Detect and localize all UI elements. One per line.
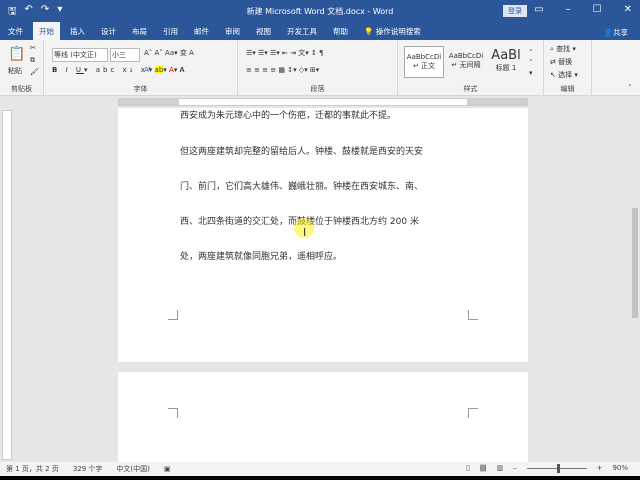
collapse-ribbon-icon[interactable]: ˄ <box>628 84 632 92</box>
ribbon: 📋 粘贴 ✂ ⧉ 🖌 剪贴板 等线 (中文正) 小三 A˄ A˅ Aa▾ 变 A… <box>0 40 640 96</box>
tab-mailings[interactable]: 邮件 <box>194 26 209 37</box>
text-line[interactable]: 但这两座建筑却完整的留给后人。钟楼、鼓楼就是西安的天安 <box>180 144 423 157</box>
editing-label: 编辑 <box>560 85 575 93</box>
share-label: 共享 <box>613 28 628 37</box>
tell-me-search[interactable]: 💡 操作说明搜索 <box>364 26 421 37</box>
cut-icon[interactable]: ✂ <box>30 44 36 52</box>
text-line[interactable]: 处，两座建筑就像同胞兄弟，遥相呼应。 <box>180 249 342 262</box>
page-count[interactable]: 第 1 页，共 2 页 <box>6 464 59 474</box>
clipboard-label: 剪贴板 <box>11 85 32 93</box>
styles-scroll[interactable]: ˄ ˅ ▾ <box>529 48 533 78</box>
status-bar: 第 1 页，共 2 页 329 个字 中文(中国) ▣ ▯ ▤ ▥ – + 90… <box>0 462 640 476</box>
clipboard-group: 📋 粘贴 ✂ ⧉ 🖌 剪贴板 <box>0 40 44 96</box>
page-1[interactable]: 西安成为朱元璋心中的一个伤疤，迁都的事就此不提。 但这两座建筑却完整的留给后人。… <box>118 108 528 362</box>
tab-view[interactable]: 视图 <box>256 26 271 37</box>
web-layout-icon[interactable]: ▥ <box>496 464 503 472</box>
font-size-select[interactable]: 小三 <box>110 48 140 62</box>
paragraph-group: ☰▾ ☰▾ ☰▾ ⇤ ⇥ 文▾ ↕ ¶ ≡ ≡ ≡ ≡ ▦ ↕▾ ◇▾ ⊞▾ 段… <box>238 40 398 96</box>
vertical-scrollbar[interactable] <box>630 108 640 462</box>
zoom-in-icon[interactable]: + <box>597 464 603 472</box>
title-bar: 🖫 ↶ ↷ ▾ 新建 Microsoft Word 文档.docx - Word… <box>0 0 640 22</box>
print-layout-icon[interactable]: ▤ <box>479 464 487 472</box>
editing-group: ⌕ 查找 ▾ ⇄ 替换 ↖ 选择 ▾ 编辑 <box>544 40 592 96</box>
ribbon-tabs: 文件 开始 插入 设计 布局 引用 邮件 审阅 视图 开发工具 帮助 💡 操作说… <box>0 21 640 41</box>
style-no-spacing[interactable]: AaBbCcDi ↵ 无间隔 <box>446 46 486 78</box>
text-line[interactable]: 西安成为朱元璋心中的一个伤疤，迁都的事就此不提。 <box>180 108 396 121</box>
paste-icon[interactable]: 📋 <box>8 46 25 62</box>
horizontal-ruler[interactable] <box>0 96 640 108</box>
language[interactable]: 中文(中国) <box>116 464 149 474</box>
find-button[interactable]: ⌕ 查找 ▾ <box>550 44 576 54</box>
tell-me-label: 操作说明搜索 <box>375 26 421 36</box>
zoom-slider[interactable] <box>526 463 587 473</box>
login-button[interactable]: 登录 <box>503 5 527 17</box>
paragraph-label: 段落 <box>310 85 325 93</box>
color-buttons[interactable]: A▾ ab▾ A▾ 𝐀 <box>144 66 184 75</box>
share-button[interactable]: 👤共享 <box>604 27 628 38</box>
tab-review[interactable]: 审阅 <box>225 26 240 37</box>
tab-developer[interactable]: 开发工具 <box>287 26 317 37</box>
format-buttons[interactable]: B I U▾ abc x₂ x² <box>52 66 154 74</box>
tab-insert[interactable]: 插入 <box>70 26 85 37</box>
style-name: 标题 1 <box>495 64 517 72</box>
margin-corner <box>468 310 478 320</box>
select-label: 选择 <box>558 71 573 79</box>
page-2[interactable] <box>118 372 528 462</box>
tab-layout[interactable]: 布局 <box>132 26 147 37</box>
maximize-icon[interactable]: ☐ <box>593 4 602 15</box>
style-heading-1[interactable]: AaBl 标题 1 <box>486 46 526 78</box>
tab-help[interactable]: 帮助 <box>333 26 348 37</box>
margin-corner <box>168 408 178 418</box>
text-cursor-icon: I <box>303 226 307 239</box>
text-line[interactable]: 门、前门，它们高大雄伟、巍峨壮丽。钟楼在西安城东、南、 <box>180 179 423 192</box>
tab-references[interactable]: 引用 <box>163 26 178 37</box>
style-sample: AaBbCcDi <box>448 52 484 60</box>
font-size-buttons[interactable]: A˄ A˅ Aa▾ 变 A <box>144 48 194 58</box>
replace-button[interactable]: ⇄ 替换 <box>550 57 572 67</box>
styles-group: AaBbCcDi ↵ 正文 AaBbCcDi ↵ 无间隔 AaBl 标题 1 ˄ ˅ ▾ … <box>398 40 544 96</box>
tab-file[interactable]: 文件 <box>8 26 23 37</box>
read-mode-icon[interactable]: ▯ <box>466 464 470 472</box>
copy-icon[interactable]: ⧉ <box>30 56 35 65</box>
select-button[interactable]: ↖ 选择 ▾ <box>550 70 578 80</box>
styles-label: 样式 <box>463 85 478 93</box>
margin-corner <box>468 408 478 418</box>
find-label: 查找 <box>556 45 571 53</box>
tab-design[interactable]: 设计 <box>101 26 116 37</box>
replace-label: 替换 <box>558 58 573 66</box>
ribbon-display-icon[interactable]: ▭ <box>534 4 543 15</box>
vertical-ruler[interactable] <box>2 110 12 460</box>
font-name-select[interactable]: 等线 (中文正) <box>52 48 108 62</box>
align-buttons[interactable]: ≡ ≡ ≡ ≡ ▦ ↕▾ ◇▾ ⊞▾ <box>246 66 319 74</box>
format-painter-icon[interactable]: 🖌 <box>30 68 39 76</box>
style-name: ↵ 正文 <box>412 62 436 70</box>
font-group: 等线 (中文正) 小三 A˄ A˅ Aa▾ 变 A B I U▾ abc x₂ … <box>44 40 238 96</box>
margin-corner <box>168 310 178 320</box>
style-sample: AaBbCcDi <box>406 53 442 61</box>
document-area[interactable]: 西安成为朱元璋心中的一个伤疤，迁都的事就此不提。 但这两座建筑却完整的留给后人。… <box>0 108 630 462</box>
paste-button[interactable]: 粘贴 <box>8 66 22 76</box>
font-label: 字体 <box>133 85 148 93</box>
style-normal[interactable]: AaBbCcDi ↵ 正文 <box>404 46 444 78</box>
tab-home[interactable]: 开始 <box>33 21 60 41</box>
word-count[interactable]: 329 个字 <box>73 464 103 474</box>
macro-icon[interactable]: ▣ <box>164 465 171 473</box>
zoom-level[interactable]: 90% <box>612 464 628 472</box>
list-buttons[interactable]: ☰▾ ☰▾ ☰▾ ⇤ ⇥ 文▾ ↕ ¶ <box>246 48 324 58</box>
zoom-out-icon[interactable]: – <box>513 464 517 472</box>
style-name: ↵ 无间隔 <box>451 61 481 69</box>
scrollbar-thumb[interactable] <box>632 208 638 318</box>
minimize-icon[interactable]: – <box>566 4 571 15</box>
close-icon[interactable]: ✕ <box>624 4 632 15</box>
style-sample: AaBl <box>491 48 521 63</box>
